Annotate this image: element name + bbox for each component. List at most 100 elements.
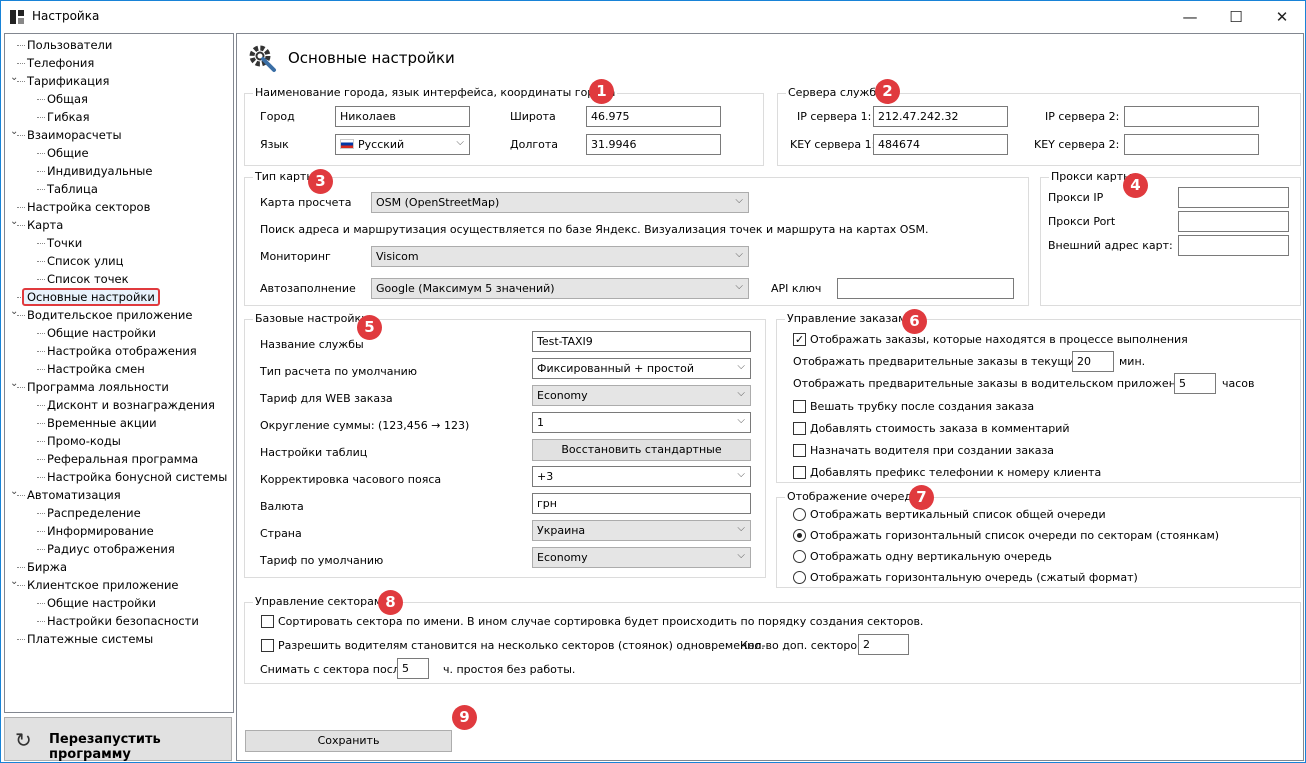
show-in-progress-checkbox[interactable]: ✓ (793, 333, 806, 346)
ip1-input[interactable]: 212.47.242.32 (873, 106, 1008, 127)
sidebar-item[interactable]: Настройка секторов (27, 198, 150, 216)
chevron-down-icon: ⌵ (737, 361, 745, 372)
sidebar-item[interactable]: Тарификация (27, 72, 109, 90)
api-key-input[interactable] (837, 278, 1014, 299)
queue-option-3-radio[interactable] (793, 550, 806, 563)
proxy-port-input[interactable] (1178, 211, 1289, 232)
assign-driver-checkbox[interactable] (793, 444, 806, 457)
sidebar-item[interactable]: Радиус отображения (47, 540, 175, 558)
map-view-select[interactable]: OSM (OpenStreetMap) ⌵ (371, 192, 749, 213)
prelim-driver-input[interactable]: 5 (1174, 373, 1216, 394)
sidebar-item[interactable]: Автоматизация (27, 486, 121, 504)
rounding-select[interactable]: 1 ⌵ (532, 412, 751, 433)
timezone-select[interactable]: +3 ⌵ (532, 466, 751, 487)
sidebar-item[interactable]: Водительское приложение (27, 306, 192, 324)
latitude-input[interactable]: 46.975 (586, 106, 721, 127)
sidebar-item[interactable]: Временные акции (47, 414, 157, 432)
close-button[interactable]: ✕ (1259, 1, 1305, 32)
default-tariff-select[interactable]: Economy ⌵ (532, 547, 751, 568)
sidebar-item[interactable]: Основные настройки (22, 288, 160, 306)
add-prefix-checkbox[interactable] (793, 466, 806, 479)
sidebar-item[interactable]: Программа лояльности (27, 378, 169, 396)
sidebar-item[interactable]: Реферальная программа (47, 450, 198, 468)
country-select[interactable]: Украина ⌵ (532, 520, 751, 541)
sidebar-item[interactable]: Биржа (27, 558, 67, 576)
sidebar-item[interactable]: Карта (27, 216, 63, 234)
expand-chevron-icon[interactable]: ⌄ (10, 72, 18, 83)
sidebar-item[interactable]: Общая (47, 90, 88, 108)
expand-chevron-icon[interactable]: ⌄ (10, 126, 18, 137)
sidebar-item[interactable]: Настройка бонусной системы (47, 468, 227, 486)
web-tariff-select[interactable]: Economy ⌵ (532, 385, 751, 406)
monitoring-select[interactable]: Visicom ⌵ (371, 246, 749, 267)
extra-sectors-input[interactable]: 2 (858, 634, 909, 655)
prelim-current-input[interactable]: 20 (1072, 351, 1114, 372)
chevron-down-icon: ⌵ (735, 195, 743, 206)
sidebar-item[interactable]: Распределение (47, 504, 141, 522)
map-view-label: Карта просчета (260, 196, 352, 209)
sidebar-item[interactable]: Общие (47, 144, 89, 162)
multi-sector-checkbox[interactable] (261, 639, 274, 652)
chevron-down-icon: ⌵ (735, 281, 743, 292)
tree-connector (17, 207, 25, 208)
autofill-select[interactable]: Google (Максимум 5 значений) ⌵ (371, 278, 749, 299)
sidebar-item[interactable]: Настройка отображения (47, 342, 197, 360)
sidebar-item[interactable]: Индивидуальные (47, 162, 152, 180)
sidebar-item[interactable]: Взаиморасчеты (27, 126, 122, 144)
sidebar-item[interactable]: Клиентское приложение (27, 576, 179, 594)
hangup-checkbox[interactable] (793, 400, 806, 413)
expand-chevron-icon[interactable]: ⌄ (10, 486, 18, 497)
sidebar-item[interactable]: Настройки безопасности (47, 612, 199, 630)
proxy-ip-label: Прокси IP (1048, 191, 1104, 204)
queue-option-1-radio[interactable] (793, 508, 806, 521)
sidebar-item[interactable]: Общие настройки (47, 594, 156, 612)
add-cost-checkbox[interactable] (793, 422, 806, 435)
restore-defaults-button[interactable]: Восстановить стандартные параметры (532, 439, 751, 476)
proxy-ip-input[interactable] (1178, 187, 1289, 208)
city-input[interactable]: Николаев (335, 106, 470, 127)
sidebar-item[interactable]: Список улиц (47, 252, 123, 270)
sidebar-item[interactable]: Информирование (47, 522, 154, 540)
key1-input[interactable]: 484674 (873, 134, 1008, 155)
proxy-external-input[interactable] (1178, 235, 1289, 256)
service-name-input[interactable]: Test-TAXI9 (532, 331, 751, 352)
language-select[interactable]: Русский ⌵ (335, 134, 470, 155)
sidebar-item[interactable]: Дисконт и вознаграждения (47, 396, 215, 414)
expand-chevron-icon[interactable]: ⌄ (10, 576, 18, 587)
remove-after-input[interactable]: 5 (397, 658, 429, 679)
sidebar-item[interactable]: Список точек (47, 270, 129, 288)
queue-option-2-radio[interactable] (793, 529, 806, 542)
sidebar-item[interactable]: Настройка смен (47, 360, 145, 378)
servers-group: Сервера службы IP сервера 1: 212.47.242.… (777, 86, 1301, 166)
orders-group: Управление заказами ✓ Отображать заказы,… (776, 312, 1301, 483)
tree-connector (37, 513, 45, 514)
sidebar-item[interactable]: Таблица (47, 180, 98, 198)
calc-type-select[interactable]: Фиксированный + простой ⌵ (532, 358, 751, 379)
assign-driver-label: Назначать водителя при создании заказа (810, 444, 1055, 457)
sidebar-item[interactable]: Точки (47, 234, 82, 252)
main-panel: Основные настройки Наименование города, … (236, 33, 1304, 761)
key2-input[interactable] (1124, 134, 1259, 155)
minimize-button[interactable]: — (1167, 1, 1213, 32)
queue-option-4-radio[interactable] (793, 571, 806, 584)
expand-chevron-icon[interactable]: ⌄ (10, 378, 18, 389)
sort-sectors-checkbox[interactable] (261, 615, 274, 628)
ip2-input[interactable] (1124, 106, 1259, 127)
expand-chevron-icon[interactable]: ⌄ (10, 216, 18, 227)
restart-button[interactable]: ↻ Перезапустить программу (4, 717, 232, 762)
currency-input[interactable]: грн (532, 493, 751, 514)
sidebar-item[interactable]: Телефония (27, 54, 94, 72)
tree-connector (37, 279, 45, 280)
tree-connector (17, 639, 25, 640)
sidebar-item[interactable]: Промо-коды (47, 432, 121, 450)
sidebar-item[interactable]: Пользователи (27, 36, 112, 54)
sidebar-item[interactable]: Общие настройки (47, 324, 156, 342)
expand-chevron-icon[interactable]: ⌄ (10, 306, 18, 317)
settings-tree[interactable]: Пользователи Телефония ⌄ Тарификация Общая Ги… (4, 33, 234, 713)
sidebar-item[interactable]: Платежные системы (27, 630, 153, 648)
maximize-button[interactable]: ☐ (1213, 1, 1259, 32)
callout-badge-3: 3 (308, 169, 333, 194)
longitude-input[interactable]: 31.9946 (586, 134, 721, 155)
save-button[interactable]: Сохранить (245, 730, 452, 752)
sidebar-item[interactable]: Гибкая (47, 108, 90, 126)
